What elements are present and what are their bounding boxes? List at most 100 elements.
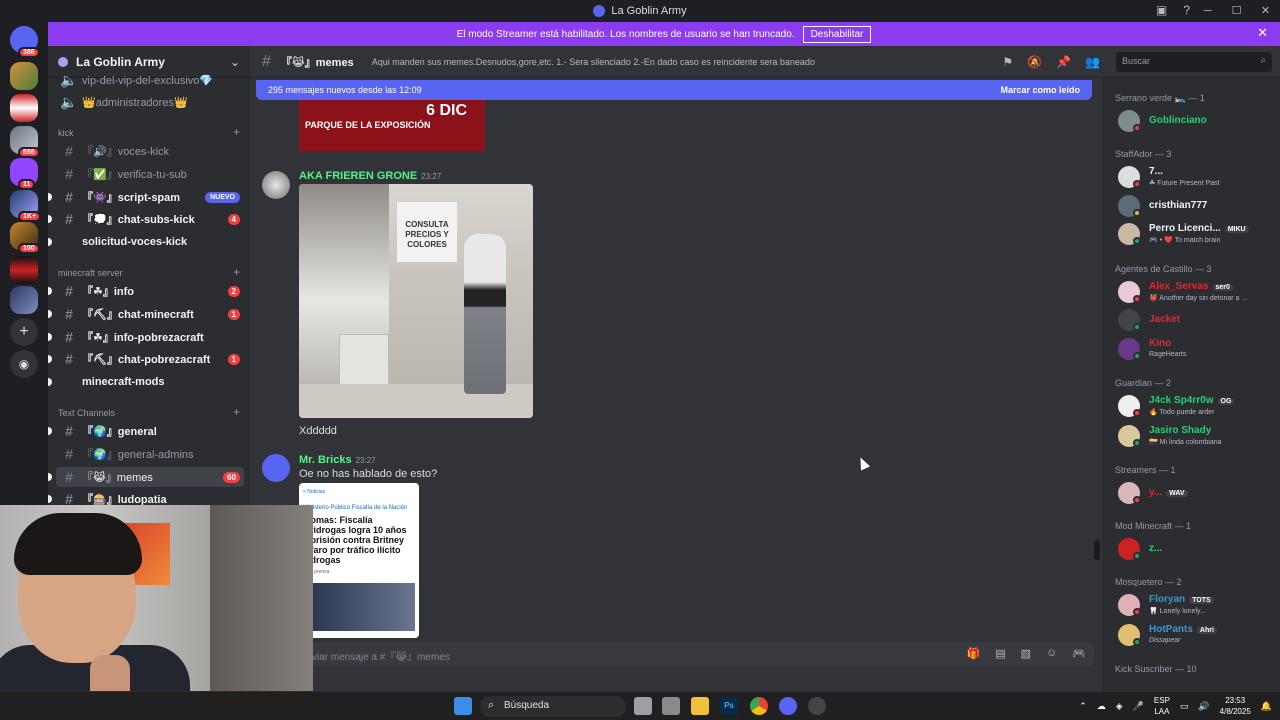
close-banner-icon[interactable]: ✕ — [1257, 25, 1268, 41]
message-author[interactable]: AKA FRIEREN GRONE 23:27 — [299, 170, 441, 182]
server-icon[interactable]: 100 — [10, 222, 40, 254]
channel-item[interactable]: solicitud-voces-kick — [48, 232, 244, 252]
member-item[interactable]: Perro Licenci... MIKU 🎮 • ❤️ To match bra… — [1118, 221, 1276, 247]
onedrive-icon[interactable]: ☁ — [1097, 701, 1106, 712]
discord-taskbar-icon[interactable] — [779, 697, 797, 715]
add-server-icon[interactable]: + — [10, 318, 38, 346]
avatar[interactable] — [262, 171, 290, 199]
channel-item[interactable]: # 『⛏』chat-pobrezacraft 1 — [48, 349, 244, 369]
tray-chevron-icon[interactable]: ⌃ — [1079, 701, 1087, 712]
explore-servers-icon[interactable]: ◉ — [10, 350, 38, 378]
message-timestamp: 23:27 — [355, 456, 376, 465]
threads-icon[interactable]: ⚑ — [1002, 55, 1013, 69]
avatar[interactable] — [262, 454, 290, 482]
member-item[interactable]: Jacket — [1118, 307, 1276, 333]
channel-item-active[interactable]: # 『😹』memes 60 — [48, 467, 244, 487]
search-icon: ⌕ — [488, 699, 495, 711]
channel-item[interactable]: # 『☘』info 2 — [48, 281, 244, 301]
member-item[interactable]: Floryan TOTS 🦷 Lonely lonely... — [1118, 592, 1276, 618]
channel-item[interactable]: # 『👾』script-spam NUEVO — [48, 187, 244, 207]
member-item[interactable]: J4ck Sp4rr0w OG 🔥 Todo puede arder — [1118, 393, 1276, 419]
member-item[interactable]: cristhian777 — [1118, 193, 1276, 219]
channel-name: 『⛏』chat-minecraft — [82, 309, 194, 321]
category-minecraft[interactable]: minecraft server + — [58, 266, 240, 278]
app-icon[interactable] — [808, 697, 826, 715]
channel-item[interactable]: # 『⛏』chat-minecraft 1 — [48, 304, 244, 324]
add-channel-icon[interactable]: + — [233, 406, 240, 418]
disable-streamer-button[interactable]: Deshabilitar — [802, 25, 872, 43]
tray-app-icon[interactable]: ◈ — [1116, 701, 1123, 712]
app-icon[interactable] — [662, 697, 680, 715]
attachment-news-screenshot[interactable]: < Noticias Ministerio Público Fiscalía d… — [299, 483, 419, 638]
author-name[interactable]: AKA FRIEREN GRONE — [299, 170, 417, 182]
member-item[interactable]: y... WAV — [1118, 480, 1276, 506]
notifications-muted-icon[interactable]: 🔕 — [1027, 55, 1042, 69]
channel-topic[interactable]: Aqui manden sus memes.Desnudos,gore,etc.… — [372, 57, 815, 67]
chrome-icon[interactable] — [750, 697, 768, 715]
server-icon[interactable] — [10, 286, 38, 314]
category-kick[interactable]: kick + — [58, 126, 240, 138]
member-item[interactable]: 7... ☘ Future Present Past — [1118, 164, 1276, 190]
channel-item[interactable]: minecraft-mods — [48, 372, 244, 392]
server-icon[interactable] — [10, 256, 38, 284]
add-channel-icon[interactable]: + — [233, 266, 240, 278]
activities-icon[interactable]: 🎮 — [1072, 647, 1086, 660]
gif-icon[interactable]: ▤ — [995, 647, 1005, 660]
gift-icon[interactable]: 🎁 — [967, 647, 981, 660]
start-button[interactable] — [454, 697, 472, 715]
emoji-icon[interactable]: ☺ — [1046, 647, 1057, 660]
member-list-icon[interactable]: 👥 — [1085, 55, 1100, 69]
add-channel-icon[interactable]: + — [233, 126, 240, 138]
notifications-icon[interactable]: 🔔 — [1261, 701, 1272, 712]
attachment-image[interactable]: PARQUE DE LA EXPOSICIÓN 6 DIC — [299, 98, 485, 151]
server-icon[interactable] — [10, 62, 38, 90]
category-text-channels[interactable]: Text Channels + — [58, 406, 240, 418]
clock[interactable]: 23:53 4/8/2025 — [1220, 695, 1251, 717]
channel-item[interactable]: 🔈 vip-del-vip-del-exclusivo💎 — [56, 70, 244, 90]
twitch-server-icon[interactable]: 11 — [10, 158, 38, 190]
author-name[interactable]: Mr. Bricks — [299, 454, 352, 466]
minimize-button[interactable]: ─ — [1193, 0, 1222, 22]
member-item[interactable]: z... — [1118, 536, 1276, 562]
close-window-button[interactable]: ✕ — [1251, 0, 1280, 22]
new-messages-bar[interactable]: 295 mensajes nuevos desde las 12:09 Marc… — [256, 80, 1092, 100]
channel-item[interactable]: # 『🌍』general — [48, 421, 244, 441]
unread-pill — [48, 495, 52, 503]
chevron-down-icon: ⌄ — [229, 54, 240, 69]
message-author[interactable]: Mr. Bricks 23:27 — [299, 454, 376, 466]
file-explorer-icon[interactable] — [691, 697, 709, 715]
channel-item[interactable]: # 『💭』chat-subs-kick 4 — [48, 209, 244, 229]
member-item[interactable]: HotPants Ahri Dissapear — [1118, 622, 1276, 648]
volume-icon[interactable]: 🔊 — [1198, 701, 1209, 712]
network-icon[interactable]: ▭ — [1180, 701, 1189, 712]
search-input[interactable]: Buscar ⌕ — [1116, 52, 1272, 72]
server-icon[interactable]: 1K+ — [10, 190, 42, 222]
mark-as-read-button[interactable]: Marcar como leído — [1000, 85, 1080, 95]
member-item[interactable]: Goblinciano — [1118, 108, 1276, 134]
channel-item[interactable]: # 『✅』verifica-tu-sub — [56, 164, 244, 184]
channel-item[interactable]: # 『☘』info-pobrezacraft — [48, 327, 244, 347]
scrollbar-thumb[interactable] — [1094, 540, 1100, 560]
maximize-button[interactable]: ☐ — [1222, 0, 1251, 22]
language-indicator[interactable]: ESP LAA — [1154, 695, 1170, 717]
microphone-icon[interactable]: 🎤 — [1133, 701, 1144, 712]
attachment-photo[interactable]: CONSULTA PRECIOS Y COLORES — [299, 184, 533, 418]
taskbar-search[interactable]: ⌕ Búsqueda — [480, 696, 626, 717]
discord-logo-icon — [593, 5, 606, 17]
channel-item[interactable]: # 『🔊』voces-kick — [56, 141, 244, 161]
help-icon[interactable]: ? — [1183, 3, 1190, 17]
member-item[interactable]: Kino RageHearts — [1118, 336, 1276, 362]
channel-item[interactable]: 🔈 👑administradores👑 — [56, 92, 244, 112]
server-badge: 1K+ — [18, 211, 42, 222]
home-button[interactable]: 386 — [10, 26, 40, 58]
sticker-icon[interactable]: ▧ — [1021, 647, 1031, 660]
pinned-messages-icon[interactable]: 📌 — [1056, 55, 1071, 69]
server-icon[interactable]: 555 — [10, 126, 40, 158]
monitor-icon[interactable]: ▣ — [1156, 3, 1167, 17]
channel-item[interactable]: # 『🌍』general-admins — [56, 444, 244, 464]
photoshop-icon[interactable]: Ps — [720, 697, 738, 715]
member-item[interactable]: Alex_Servas ser0 👹 Another day sin detona… — [1118, 279, 1276, 305]
task-view-icon[interactable] — [634, 697, 652, 715]
member-item[interactable]: Jasiro Shady 🇨🇴 Mi linda colombiana — [1118, 423, 1276, 449]
server-icon[interactable] — [10, 94, 38, 122]
